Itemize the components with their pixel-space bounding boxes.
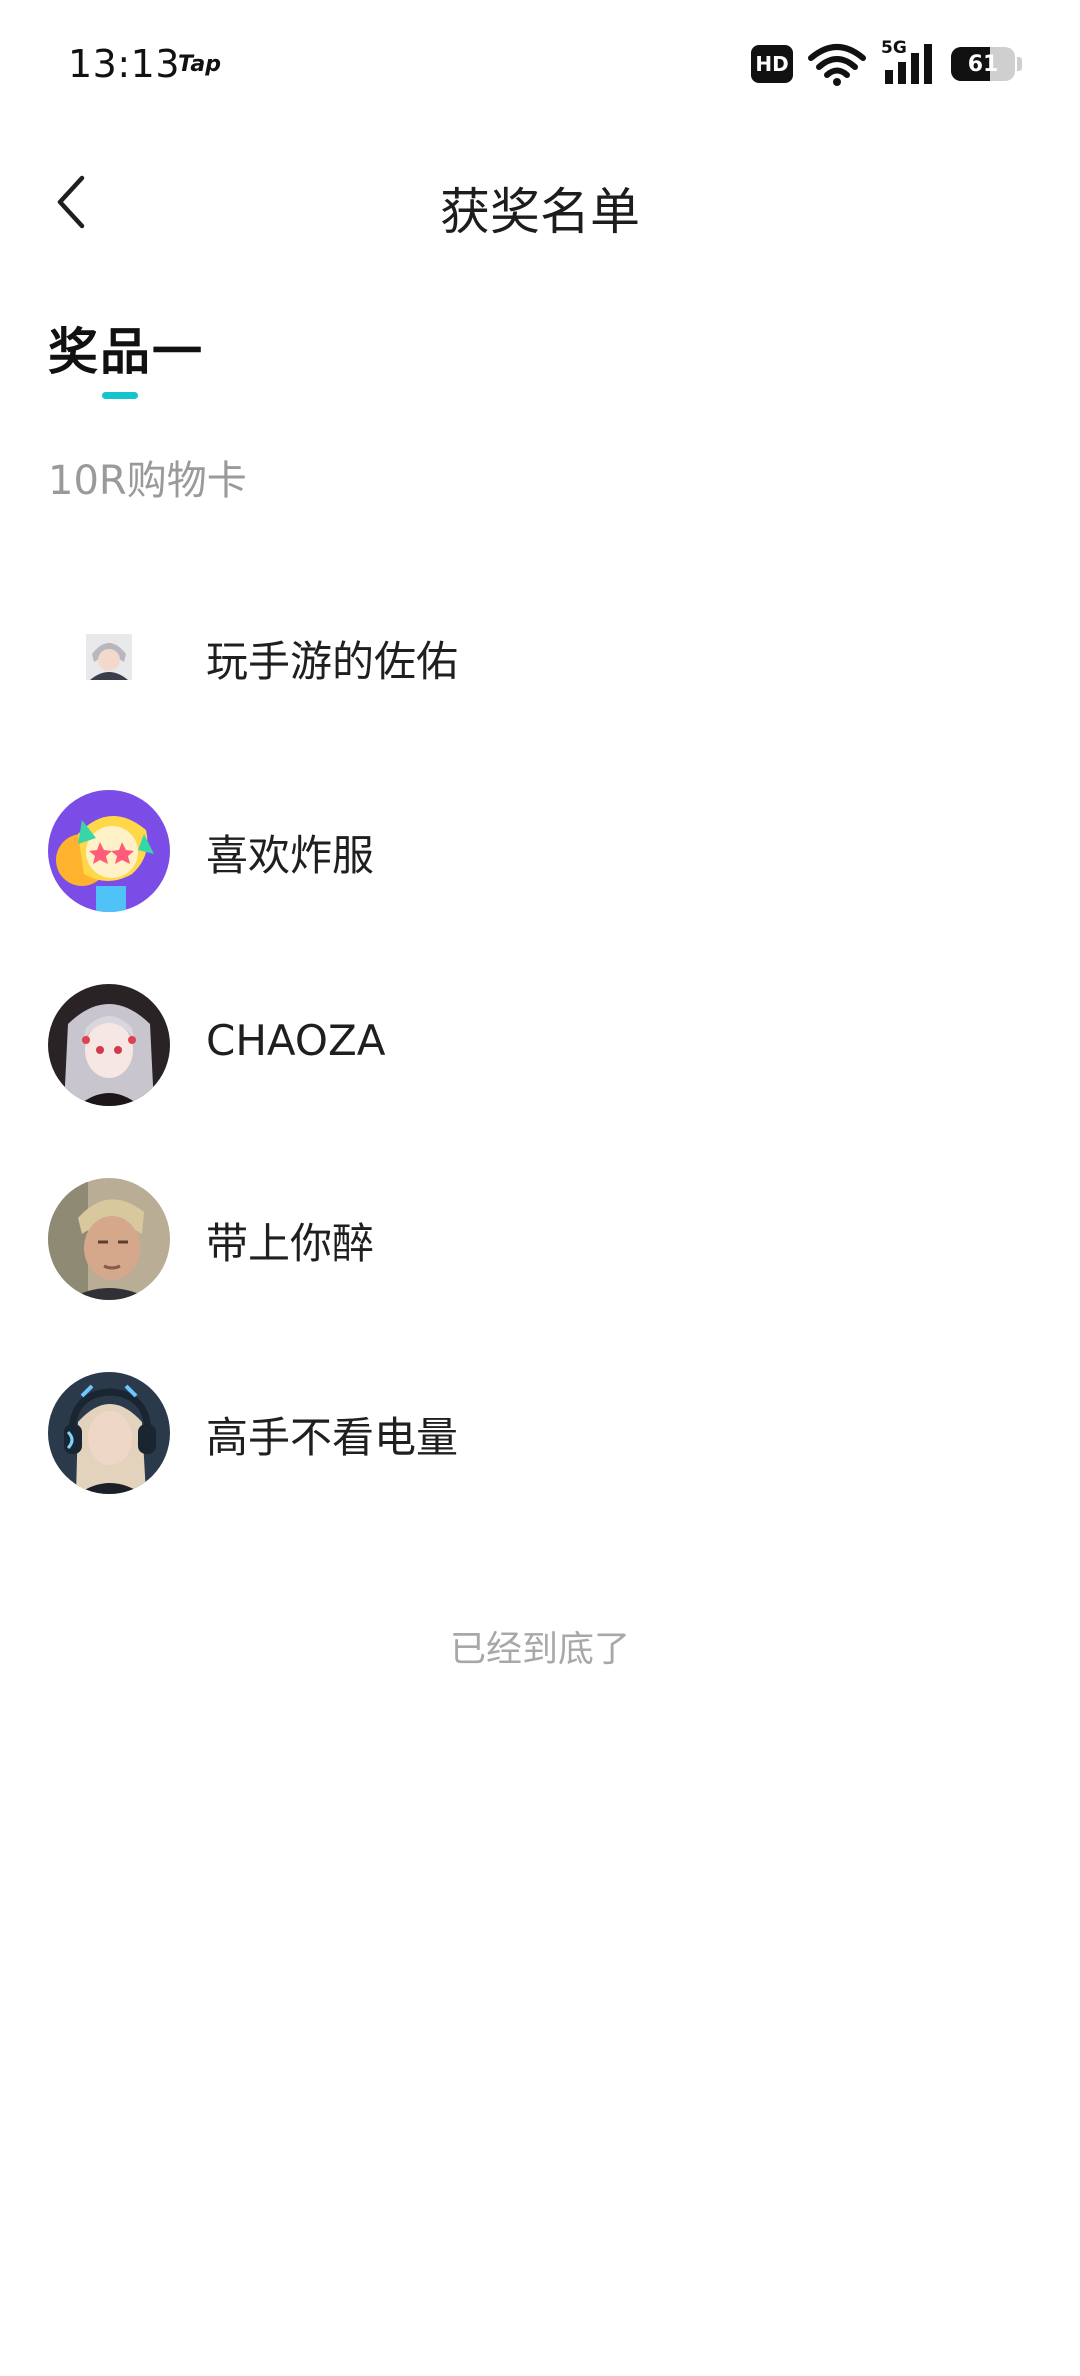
man-photo-avatar (48, 1178, 170, 1300)
status-bar: 13:13 Tap HD 5G 61 (0, 0, 1080, 130)
page-title: 获奖名单 (440, 183, 640, 241)
list-item[interactable]: 带上你醉 (0, 1142, 1080, 1336)
list-item[interactable]: 喜欢炸服 (0, 754, 1080, 948)
list-item[interactable]: 高手不看电量 (0, 1336, 1080, 1530)
battery-icon: 61 (951, 47, 1015, 81)
winner-name: 玩手游的佐佑 (206, 637, 459, 686)
list-item[interactable]: CHAOZA (0, 948, 1080, 1142)
tab-active-indicator (102, 392, 138, 399)
tab-prize-one[interactable]: 奖品一 (48, 312, 204, 399)
prize-name: 10R购物卡 (48, 458, 247, 504)
status-icons: HD 5G 61 (751, 38, 1022, 88)
winner-list: 玩手游的佐佑 喜欢炸服 CHAOZA 带上你醉 高手不看电量 (0, 560, 1080, 1530)
wifi-icon (808, 44, 866, 86)
taptap-status-icon: Tap (178, 52, 221, 77)
end-of-list-text: 已经到底了 (449, 1629, 630, 1670)
battery-cap (1017, 57, 1022, 71)
prize-tab-label: 奖品一 (48, 323, 204, 381)
cartoon-star-avatar (48, 790, 170, 912)
list-item[interactable]: 玩手游的佐佑 (0, 560, 1080, 754)
nav-bar: 获奖名单 (0, 140, 1080, 270)
hd-icon: HD (751, 45, 793, 83)
status-time: 13:13 (68, 42, 181, 86)
winner-name: CHAOZA (206, 1016, 386, 1065)
anime-girl-avatar (48, 984, 170, 1106)
winner-name: 高手不看电量 (206, 1413, 459, 1462)
cellular-signal-icon: 5G (881, 38, 937, 84)
battery-percent-text: 61 (967, 51, 999, 77)
anime-boy-small-avatar (48, 596, 170, 718)
winner-name: 带上你醉 (206, 1219, 375, 1268)
headphones-girl-avatar (48, 1372, 170, 1494)
winner-name: 喜欢炸服 (206, 831, 375, 880)
winner-list-page: 13:13 Tap HD 5G 61 获奖名单 奖品一 10R购物卡 玩手游的佐… (0, 0, 1080, 2376)
